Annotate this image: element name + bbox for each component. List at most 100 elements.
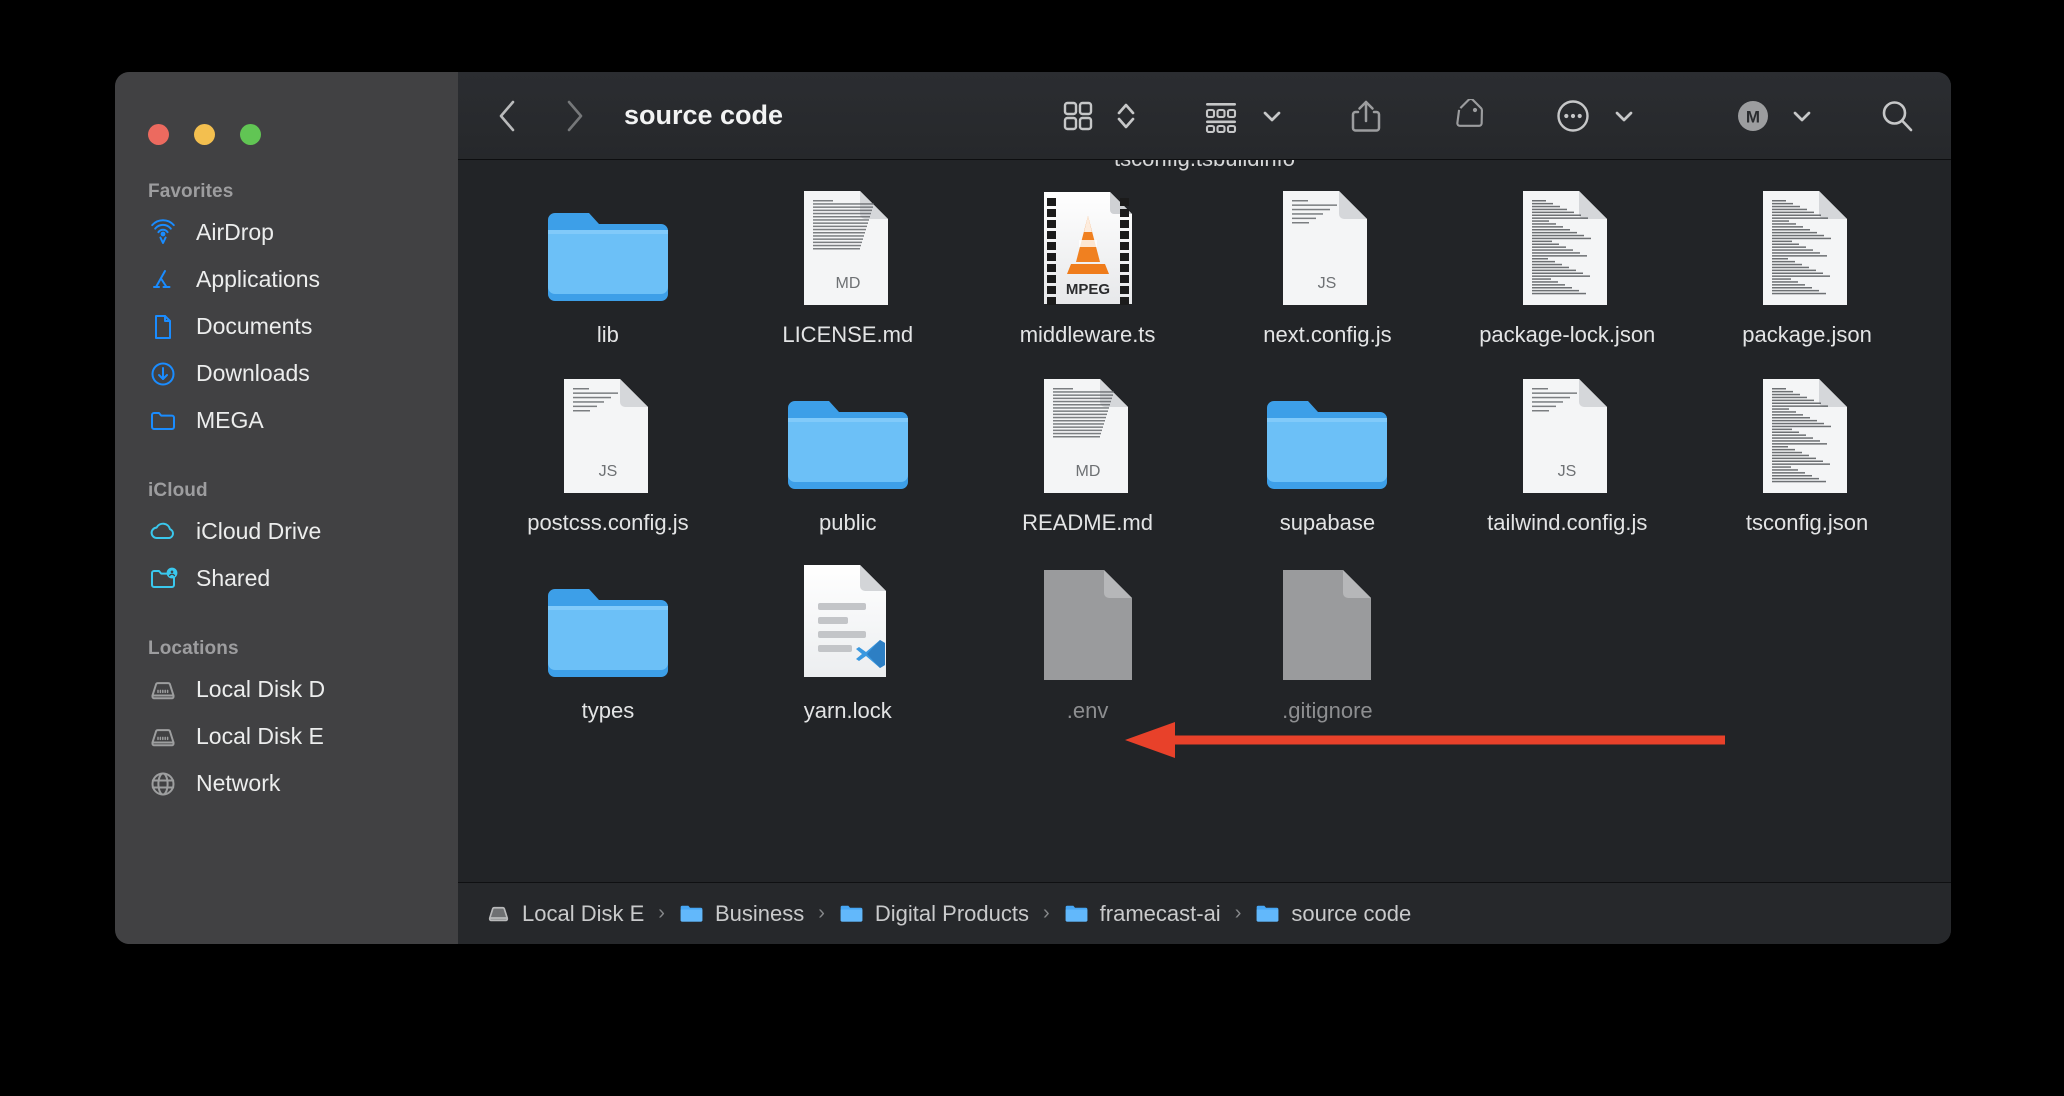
svg-text:JS: JS: [599, 463, 618, 480]
blue-folder-icon[interactable]: [1261, 378, 1393, 496]
breadcrumb-separator: ›: [1042, 902, 1050, 924]
clipped-scrolled-label: tsconfig.tsbuildinfo: [458, 160, 1951, 172]
search-button[interactable]: [1871, 90, 1923, 142]
mega-badge-letter: M: [1746, 107, 1760, 126]
code-document-icon[interactable]: [1759, 190, 1855, 308]
file-name-label: public: [819, 509, 877, 535]
breadcrumb-item[interactable]: source code: [1255, 901, 1411, 927]
share-button[interactable]: [1341, 90, 1391, 142]
svg-text:MD: MD: [1075, 463, 1100, 480]
file-item[interactable]: JS postcss.config.js: [488, 372, 728, 536]
file-name-label: package.json: [1742, 322, 1872, 347]
mega-account-button[interactable]: M: [1727, 90, 1779, 142]
file-item[interactable]: MD LICENSE.md: [728, 184, 968, 348]
downloads-icon: [148, 359, 178, 389]
file-item[interactable]: lib: [488, 184, 728, 348]
breadcrumb-item[interactable]: Local Disk E: [486, 901, 644, 927]
sidebar-item-label: AirDrop: [196, 219, 274, 245]
breadcrumb[interactable]: Local Disk E › Business › Digital Products…: [458, 882, 1951, 944]
folder-icon: [679, 902, 704, 925]
more-actions-chevron-down-icon[interactable]: [1599, 90, 1643, 142]
code-document-icon[interactable]: [1519, 190, 1615, 308]
js-document-icon[interactable]: JS: [1279, 190, 1375, 308]
file-item[interactable]: package-lock.json: [1447, 184, 1687, 348]
breadcrumb-item[interactable]: Digital Products: [839, 901, 1029, 927]
sidebar-item-airdrop[interactable]: AirDrop: [115, 209, 458, 256]
hard-disk-icon: [148, 722, 178, 752]
file-item[interactable]: JS tailwind.config.js: [1447, 372, 1687, 536]
close-button[interactable]: [148, 124, 169, 145]
sidebar-item-icloud-drive[interactable]: iCloud Drive: [115, 508, 458, 555]
maximize-button[interactable]: [240, 124, 261, 145]
sidebar-item-label: MEGA: [196, 407, 264, 433]
group-by-button[interactable]: [1195, 90, 1247, 142]
gray-document-icon[interactable]: [1279, 566, 1375, 684]
breadcrumb-label: source code: [1291, 900, 1412, 926]
sidebar-item-local-disk-e[interactable]: Local Disk E: [115, 713, 458, 760]
sidebar-item-label: Network: [196, 770, 281, 796]
breadcrumb-label: framecast-ai: [1099, 900, 1221, 926]
file-name-label: supabase: [1279, 509, 1376, 535]
view-sort-chevrons-button[interactable]: [1103, 90, 1145, 142]
file-name-label: tsconfig.json: [1745, 509, 1869, 535]
forward-button[interactable]: [552, 93, 598, 139]
finder-sidebar[interactable]: Favorites AirDrop Applications Documents Do…: [115, 72, 458, 944]
finder-window: Favorites AirDrop Applications Documents Do…: [115, 72, 1951, 944]
svg-text:JS: JS: [1558, 463, 1577, 480]
folder-icon: [148, 406, 178, 436]
file-item[interactable]: types: [488, 560, 728, 724]
sidebar-item-mega[interactable]: MEGA: [115, 397, 458, 444]
file-item[interactable]: supabase: [1207, 372, 1447, 536]
breadcrumb-item[interactable]: framecast-ai: [1064, 901, 1221, 927]
file-name-label: LICENSE.md: [782, 322, 914, 347]
gray-document-icon[interactable]: [1040, 566, 1136, 684]
vlc-mpeg-icon[interactable]: MPEG: [1038, 190, 1138, 308]
group-by-chevron-down-icon[interactable]: [1247, 90, 1291, 142]
sidebar-item-local-disk-d[interactable]: Local Disk D: [115, 666, 458, 713]
file-item[interactable]: .env: [968, 560, 1208, 724]
js-document-icon[interactable]: JS: [1519, 378, 1615, 496]
file-item[interactable]: MPEG middleware.ts: [968, 184, 1208, 348]
js-document-icon[interactable]: JS: [560, 378, 656, 496]
blue-folder-icon[interactable]: [542, 566, 674, 684]
svg-text:MD: MD: [835, 275, 860, 292]
file-item[interactable]: tsconfig.json: [1687, 372, 1927, 536]
breadcrumb-item[interactable]: Business: [679, 901, 804, 927]
blue-folder-icon[interactable]: [782, 378, 914, 496]
sidebar-item-shared[interactable]: Shared: [115, 555, 458, 602]
file-name-label: .gitignore: [1282, 697, 1373, 723]
file-item[interactable]: JS next.config.js: [1207, 184, 1447, 348]
file-grid-area[interactable]: tsconfig.tsbuildinfo lib MD LICENSE.md M…: [458, 160, 1951, 882]
file-item[interactable]: yarn.lock: [728, 560, 968, 724]
file-item[interactable]: MD README.md: [968, 372, 1208, 536]
mega-chevron-down-icon[interactable]: [1779, 90, 1821, 142]
file-name-label: next.config.js: [1263, 322, 1392, 347]
sidebar-item-applications[interactable]: Applications: [115, 256, 458, 303]
breadcrumb-label: Business: [714, 900, 805, 926]
sidebar-item-downloads[interactable]: Downloads: [115, 350, 458, 397]
view-mode-grid-button[interactable]: [1053, 90, 1103, 142]
finder-toolbar: source code M: [458, 72, 1951, 160]
tag-button[interactable]: [1441, 90, 1497, 142]
cloud-icon: [148, 517, 178, 547]
folder-icon: [1064, 902, 1089, 925]
breadcrumb-separator: ›: [1234, 902, 1242, 924]
sidebar-item-documents[interactable]: Documents: [115, 303, 458, 350]
sidebar-item-network[interactable]: Network: [115, 760, 458, 807]
blue-folder-icon[interactable]: [542, 190, 674, 308]
file-item[interactable]: .gitignore: [1207, 560, 1447, 724]
md-document-icon[interactable]: MD: [1040, 378, 1136, 496]
file-item[interactable]: package.json: [1687, 184, 1927, 348]
more-actions-button[interactable]: [1547, 90, 1599, 142]
folder-icon: [1255, 902, 1280, 925]
code-document-icon[interactable]: [1759, 378, 1855, 496]
sidebar-section-header: Favorites: [148, 181, 234, 202]
breadcrumb-separator: ›: [658, 902, 665, 924]
vscode-document-icon[interactable]: [798, 564, 898, 684]
minimize-button[interactable]: [194, 124, 215, 145]
file-item[interactable]: public: [728, 372, 968, 536]
sidebar-item-label: Documents: [196, 313, 313, 339]
sidebar-item-label: Local Disk D: [196, 676, 326, 702]
md-document-icon[interactable]: MD: [800, 190, 896, 308]
back-button[interactable]: [484, 93, 530, 139]
